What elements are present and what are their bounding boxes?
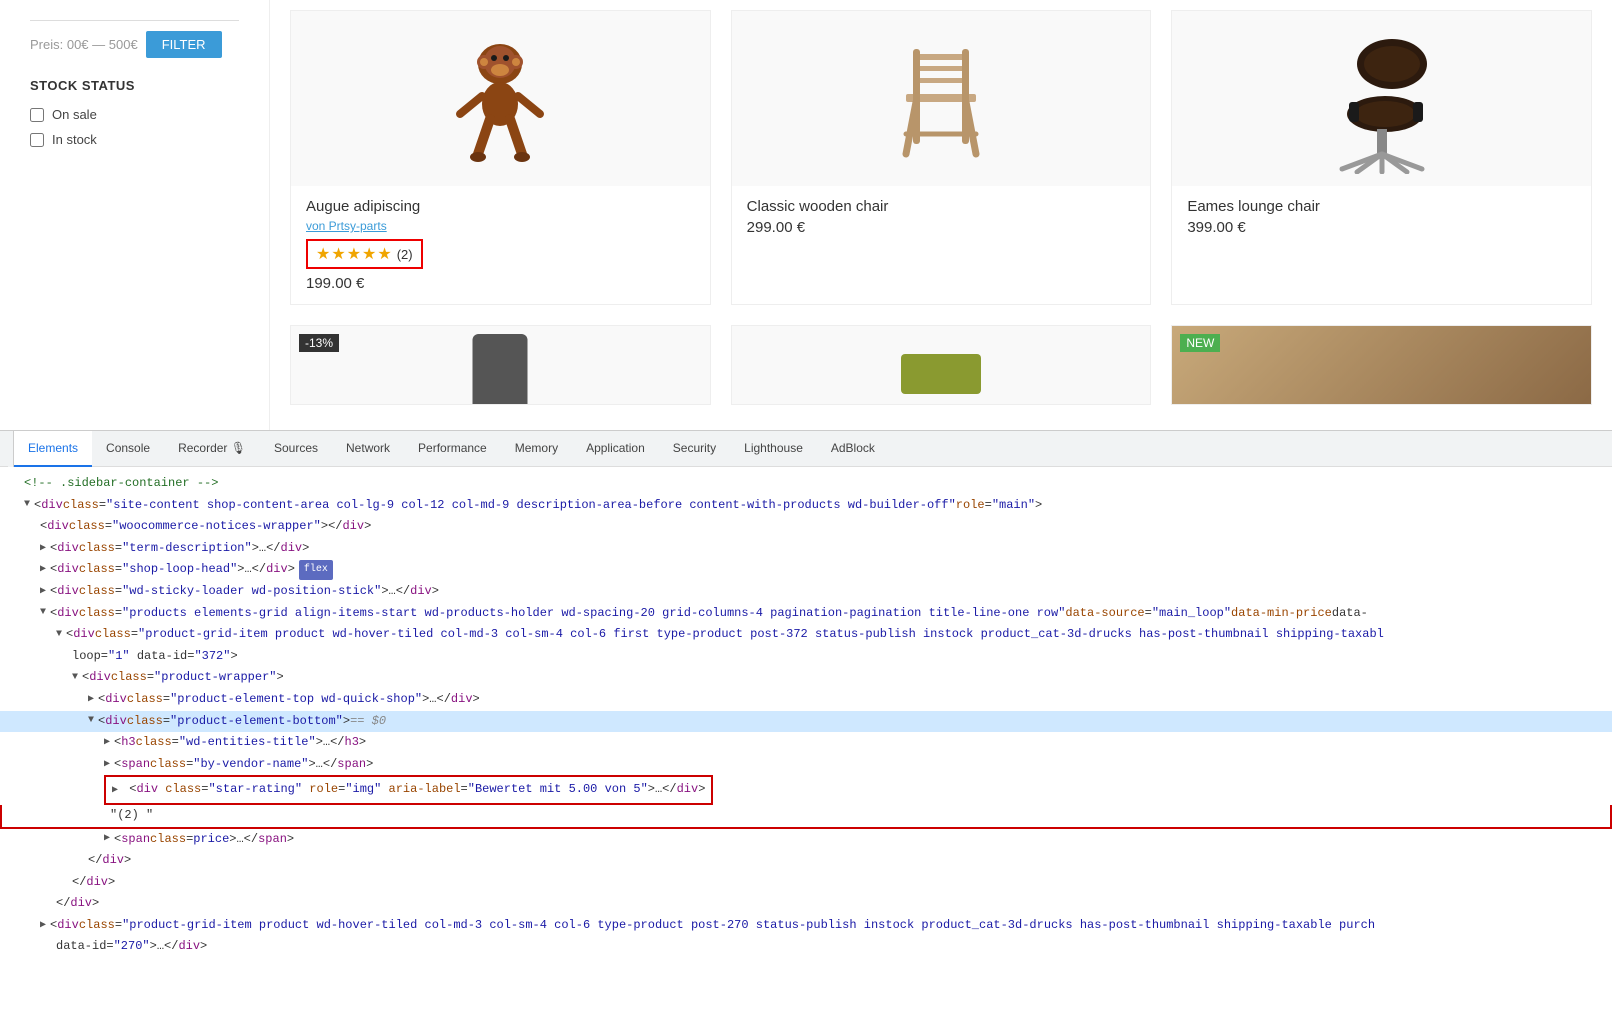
eames-chair-svg bbox=[1317, 24, 1447, 174]
code-line-elem-bottom[interactable]: ▼ <div class="product-element-bottom"> =… bbox=[0, 711, 1612, 733]
wooden-chair-svg bbox=[891, 24, 991, 174]
product-image-3 bbox=[1172, 11, 1591, 186]
code-line-elem-top[interactable]: ▶ <div class="product-element-top wd-qui… bbox=[0, 689, 1612, 711]
stock-status-title: STOCK STATUS bbox=[30, 78, 239, 93]
code-line-loop: loop="1" data-id="372"> bbox=[0, 646, 1612, 668]
product-info-2: Classic wooden chair 299.00 € bbox=[732, 186, 1151, 248]
code-line-notices[interactable]: <div class="woocommerce-notices-wrapper"… bbox=[0, 516, 1612, 538]
expand-arrow-2[interactable]: ▶ bbox=[40, 540, 46, 558]
review-count-1: (2) bbox=[397, 247, 413, 262]
code-line-close-wrapper: </div> bbox=[0, 872, 1612, 894]
expand-arrow-7[interactable]: ▼ bbox=[72, 669, 78, 687]
expand-arrow-5[interactable]: ▼ bbox=[40, 604, 46, 622]
product-info-3: Eames lounge chair 399.00 € bbox=[1172, 186, 1591, 248]
tab-memory[interactable]: Memory bbox=[501, 431, 572, 467]
expand-arrow-4[interactable]: ▶ bbox=[40, 583, 46, 601]
expand-arrow-10[interactable]: ▶ bbox=[104, 734, 110, 752]
product-title-1: Augue adipiscing bbox=[306, 198, 695, 215]
on-sale-checkbox[interactable] bbox=[30, 108, 44, 122]
tab-sources[interactable]: Sources bbox=[260, 431, 332, 467]
code-line-close-grid-item: </div> bbox=[0, 893, 1612, 915]
in-stock-label: In stock bbox=[52, 132, 97, 147]
tab-security[interactable]: Security bbox=[659, 431, 730, 467]
product-title-3: Eames lounge chair bbox=[1187, 198, 1576, 215]
product-price-1: 199.00 € bbox=[306, 275, 695, 292]
code-line-h3[interactable]: ▶ <h3 class="wd-entities-title">…</h3> bbox=[0, 732, 1612, 754]
products-row2: -13% NEW bbox=[290, 325, 1592, 405]
devtools-tabs: Elements Console Recorder 🎙 Sources Netw… bbox=[0, 431, 1612, 467]
product-card-2: Classic wooden chair 299.00 € bbox=[731, 10, 1152, 305]
new-product-image bbox=[1172, 326, 1591, 405]
vendor-name-1[interactable]: von Prtsy-parts bbox=[306, 219, 695, 233]
product-card-3: Eames lounge chair 399.00 € bbox=[1171, 10, 1592, 305]
expand-arrow-3[interactable]: ▶ bbox=[40, 561, 46, 579]
code-line-vendor[interactable]: ▶ <span class="by-vendor-name">…</span> bbox=[0, 754, 1612, 776]
in-stock-checkbox-item: In stock bbox=[30, 132, 239, 147]
discount-badge: -13% bbox=[299, 334, 339, 352]
product-price-3: 399.00 € bbox=[1187, 219, 1576, 236]
product-title-2: Classic wooden chair bbox=[747, 198, 1136, 215]
expand-arrow[interactable]: ▼ bbox=[24, 496, 30, 514]
code-line-product-item-270[interactable]: ▶ <div class="product-grid-item product … bbox=[0, 915, 1612, 937]
product-card-5 bbox=[731, 325, 1152, 405]
monkey-svg bbox=[440, 24, 560, 174]
code-line-star-rating[interactable]: ▶ <div class="star-rating" role="img" ar… bbox=[0, 775, 1612, 805]
devtools-code-panel[interactable]: <!-- .sidebar-container --> ▼ <div class… bbox=[0, 467, 1612, 1013]
expand-arrow-8[interactable]: ▶ bbox=[88, 691, 94, 709]
expand-arrow-6[interactable]: ▼ bbox=[56, 626, 62, 644]
product-info-1: Augue adipiscing von Prtsy-parts ★★★★★ (… bbox=[291, 186, 710, 304]
devtools-panel: Elements Console Recorder 🎙 Sources Netw… bbox=[0, 430, 1612, 1013]
expand-arrow-9[interactable]: ▼ bbox=[88, 712, 94, 730]
price-filter-bar: Preis: 00€ — 500€ FILTER bbox=[30, 20, 239, 58]
strap-image bbox=[901, 354, 981, 394]
code-line-sticky[interactable]: ▶ <div class="wd-sticky-loader wd-positi… bbox=[0, 581, 1612, 603]
products-grid: Augue adipiscing von Prtsy-parts ★★★★★ (… bbox=[290, 10, 1592, 305]
star-rating-box-1: ★★★★★ (2) bbox=[306, 239, 423, 269]
tab-elements[interactable]: Elements bbox=[14, 431, 92, 467]
code-line-term-desc[interactable]: ▶ <div class="term-description">…</div> bbox=[0, 538, 1612, 560]
product-image-1 bbox=[291, 11, 710, 186]
tab-recorder[interactable]: Recorder 🎙 bbox=[164, 431, 260, 467]
stars-1: ★★★★★ bbox=[316, 244, 393, 264]
product-card-4: -13% bbox=[290, 325, 711, 405]
code-line-close-bottom: </div> bbox=[0, 850, 1612, 872]
code-line-shop-head[interactable]: ▶ <div class="shop-loop-head">…</div> fl… bbox=[0, 559, 1612, 581]
product-price-2: 299.00 € bbox=[747, 219, 1136, 236]
tab-adblock[interactable]: AdBlock bbox=[817, 431, 889, 467]
tab-lighthouse[interactable]: Lighthouse bbox=[730, 431, 817, 467]
tab-network[interactable]: Network bbox=[332, 431, 404, 467]
filter-button[interactable]: FILTER bbox=[146, 31, 222, 58]
tab-application[interactable]: Application bbox=[572, 431, 659, 467]
expand-arrow-11[interactable]: ▶ bbox=[104, 756, 110, 774]
flex-badge: flex bbox=[299, 560, 333, 580]
price-label: Preis: 00€ — 500€ bbox=[30, 37, 138, 52]
red-highlight-box: ▶ <div class="star-rating" role="img" ar… bbox=[104, 775, 713, 805]
code-line-product-item[interactable]: ▼ <div class="product-grid-item product … bbox=[0, 624, 1612, 646]
code-line-price[interactable]: ▶ <span class= price >…</span> bbox=[0, 829, 1612, 851]
expand-arrow-14[interactable]: ▶ bbox=[40, 917, 46, 935]
new-badge: NEW bbox=[1180, 334, 1220, 352]
expand-arrow-13[interactable]: ▶ bbox=[104, 830, 110, 848]
phone-image bbox=[473, 334, 528, 405]
sidebar: Preis: 00€ — 500€ FILTER STOCK STATUS On… bbox=[0, 0, 270, 430]
code-line-site-content[interactable]: ▼ <div class="site-content shop-content-… bbox=[0, 495, 1612, 517]
in-stock-checkbox[interactable] bbox=[30, 133, 44, 147]
product-image-2 bbox=[732, 11, 1151, 186]
on-sale-checkbox-item: On sale bbox=[30, 107, 239, 122]
product-card-6: NEW bbox=[1171, 325, 1592, 405]
on-sale-label: On sale bbox=[52, 107, 97, 122]
tab-console[interactable]: Console bbox=[92, 431, 164, 467]
expand-arrow-12[interactable]: ▶ bbox=[112, 782, 118, 800]
code-line-comment: <!-- .sidebar-container --> bbox=[0, 473, 1612, 495]
code-line-products-grid[interactable]: ▼ <div class="products elements-grid ali… bbox=[0, 603, 1612, 625]
products-area: Augue adipiscing von Prtsy-parts ★★★★★ (… bbox=[270, 0, 1612, 430]
code-line-review-text: "(2) " bbox=[0, 805, 1612, 829]
product-card-1: Augue adipiscing von Prtsy-parts ★★★★★ (… bbox=[290, 10, 711, 305]
code-line-dataid-270: data-id="270">…</div> bbox=[0, 936, 1612, 958]
tab-performance[interactable]: Performance bbox=[404, 431, 501, 467]
code-line-product-wrapper[interactable]: ▼ <div class="product-wrapper"> bbox=[0, 667, 1612, 689]
